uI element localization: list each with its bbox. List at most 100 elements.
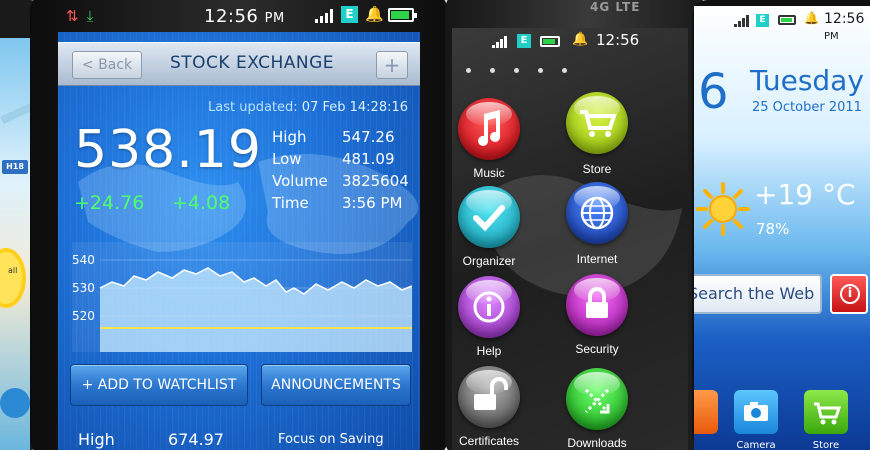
info-button[interactable]: i: [830, 274, 868, 314]
app-label-music: Music: [473, 166, 505, 180]
signal-icon: [734, 15, 750, 27]
brand-label: 4G LTE: [590, 0, 641, 14]
info-icon: i: [840, 284, 860, 304]
dock-label-camera: Camera: [736, 440, 776, 450]
shopping-cart-icon: [580, 110, 617, 137]
y-tick-540: 540: [72, 253, 95, 267]
shopping-cart-icon: [814, 402, 842, 425]
y-tick-520: 520: [72, 309, 95, 323]
downloads-app-button[interactable]: [566, 368, 628, 430]
stat-row-time: Time 3:56 PM: [272, 194, 420, 216]
bell-icon: 🔔: [804, 11, 819, 25]
map-poi-marker: all: [0, 248, 26, 308]
back-button[interactable]: < Back: [72, 51, 142, 79]
map-screen: H18 all: [0, 38, 30, 450]
stat-value: 547.26: [342, 128, 395, 146]
y-tick-530: 530: [72, 281, 95, 295]
stock-screen: < Back STOCK EXCHANGE + Last updated: 07…: [58, 32, 420, 450]
app-label-organizer: Organizer: [462, 254, 516, 268]
camera-app-button[interactable]: [734, 390, 778, 434]
music-note-icon: [478, 110, 501, 146]
map-road: [0, 99, 30, 125]
date-full: 25 October 2011: [752, 100, 862, 115]
signal-icon: [492, 36, 508, 48]
app-label-internet: Internet: [576, 252, 618, 266]
status-clock: 12:56 PM: [824, 11, 870, 43]
dock-label-partial: s: [694, 440, 720, 450]
page-title: STOCK EXCHANGE: [169, 53, 335, 73]
internet-app-button[interactable]: [566, 182, 628, 244]
weather-status-bar: E 🔔 12:56 PM: [734, 10, 870, 42]
status-time: 12:56: [824, 11, 865, 27]
status-period: PM: [264, 11, 285, 26]
add-button[interactable]: +: [376, 51, 408, 79]
stock-chart: 540 530 520: [72, 242, 412, 352]
camera-icon: [744, 402, 768, 421]
stat-row-volume: Volume 3825604: [272, 172, 420, 194]
bottom-high-label: High: [78, 430, 115, 449]
network-badge: E: [756, 14, 769, 27]
stock-nav-bar: < Back STOCK EXCHANGE +: [58, 42, 420, 86]
padlock-icon: [586, 287, 608, 318]
app-label-help: Help: [476, 344, 502, 358]
download-icon: [584, 388, 610, 414]
announcements-button[interactable]: ANNOUNCEMENTS: [261, 364, 411, 406]
battery-icon: [778, 15, 796, 25]
weather-screen: E 🔔 12:56 PM 6 Tuesday 25 October 2011 +…: [694, 6, 870, 450]
battery-icon: [388, 8, 417, 22]
stat-row-high: High 547.26: [272, 128, 420, 150]
dock-label-store: Store: [812, 440, 840, 450]
news-headline[interactable]: Focus on Saving: [278, 432, 384, 447]
security-app-button[interactable]: [566, 274, 628, 336]
bottom-info-row: High 674.97 Focus on Saving: [78, 430, 418, 450]
download-status-icon: ⤓: [86, 7, 94, 25]
map-water: [0, 388, 30, 418]
page-dots: [466, 68, 586, 78]
info-icon: [473, 291, 505, 323]
date-weekday: Tuesday: [750, 64, 864, 97]
humidity: 78%: [756, 220, 790, 238]
music-app-button[interactable]: [458, 98, 520, 160]
stat-label: High: [272, 128, 307, 146]
app-label-store: Store: [582, 162, 612, 176]
store-app-button[interactable]: [566, 92, 628, 154]
price-change-absolute: +24.76: [74, 192, 145, 214]
stock-stats: High 547.26 Low 481.09 Volume 3825604 Ti…: [272, 128, 420, 216]
unlocked-padlock-icon: [474, 377, 508, 410]
certificates-app-button[interactable]: [458, 366, 520, 428]
stat-label: Volume: [272, 172, 328, 190]
data-activity-icon: ⇅ ⤓: [66, 7, 94, 25]
map-poi-text: all: [8, 266, 18, 275]
dock-app-partial[interactable]: [694, 390, 718, 434]
add-to-watchlist-button[interactable]: + ADD TO WATCHLIST: [70, 364, 248, 406]
network-badge: E: [341, 6, 358, 23]
battery-icon: [540, 36, 560, 47]
stat-value: 481.09: [342, 150, 395, 168]
last-updated-label: Last updated:: [208, 100, 298, 115]
stock-status-bar: ⇅ ⤓ 12:56 PM E 🔔: [58, 0, 420, 32]
last-updated-value: 07 Feb 14:28:16: [301, 100, 409, 115]
stat-value: 3:56 PM: [342, 194, 403, 212]
signal-icon: [315, 9, 335, 23]
temperature: +19 °C: [754, 178, 856, 211]
status-period: PM: [824, 31, 839, 42]
help-app-button[interactable]: [458, 276, 520, 338]
app-label-downloads: Downloads: [567, 436, 627, 450]
status-clock: 12:56 PM: [204, 6, 285, 27]
stock-price: 538.19: [74, 120, 262, 180]
date-day-number: 6: [698, 64, 729, 120]
web-search-input[interactable]: Search the Web: [694, 274, 822, 314]
organizer-app-button[interactable]: [458, 186, 520, 248]
bell-icon: 🔔: [572, 32, 589, 47]
price-change-secondary: +4.08: [172, 192, 231, 214]
stat-row-low: Low 481.09: [272, 150, 420, 172]
map-route-badge: H18: [2, 160, 28, 174]
status-time: 12:56: [596, 31, 640, 49]
store-dock-button[interactable]: [804, 390, 848, 434]
bottom-high-value: 674.97: [168, 430, 224, 449]
icon-status-bar: E 🔔 12:56: [492, 30, 688, 52]
checkmark-icon: [473, 205, 505, 232]
icon-screen: E 🔔 12:56 Music Store Organizer Internet…: [452, 28, 688, 450]
stat-label: Low: [272, 150, 302, 168]
price-changes: +24.76 +4.08: [74, 192, 274, 218]
